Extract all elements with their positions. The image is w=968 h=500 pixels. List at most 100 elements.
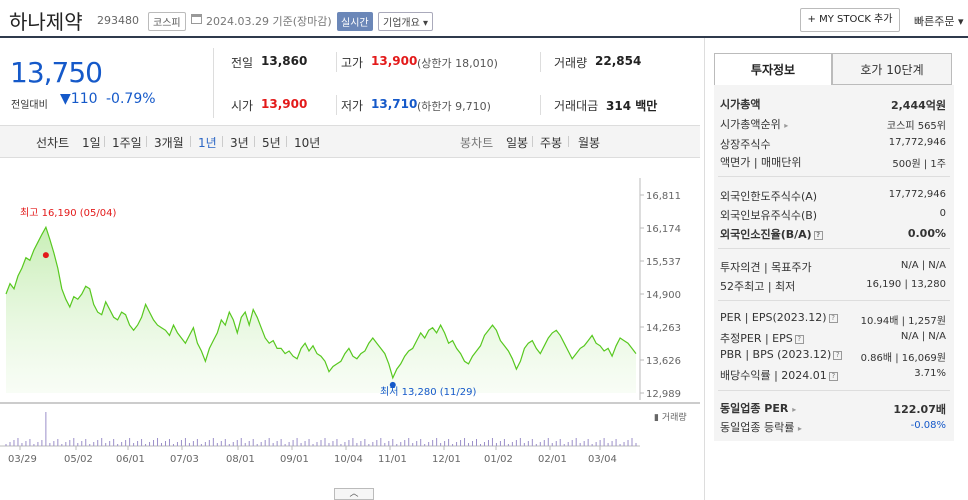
market-cap-rank-value: 코스피 565위: [886, 121, 946, 132]
x-tick-label: 08/01: [226, 454, 255, 465]
volume-label: 거래량: [554, 56, 588, 70]
y-tick-label: 16,174: [646, 224, 681, 235]
change-amount: 110: [70, 91, 98, 107]
quick-order-dropdown[interactable]: 빠른주문 ▾: [914, 13, 964, 29]
candle-chart-label: 봉차트: [460, 136, 494, 150]
pbr-bps-value: 0.86배 | 16,069원: [860, 353, 946, 364]
y-tick-label: 13,626: [646, 356, 681, 367]
lower-limit-label: (하한가: [417, 100, 452, 113]
market-cap-label: 시가총액: [720, 98, 761, 111]
period-3m[interactable]: 3개월: [154, 134, 184, 151]
per-eps-text: PER | EPS(2023.12): [720, 311, 827, 324]
line-chart-label: 선차트: [36, 136, 70, 150]
info-divider: [718, 300, 950, 301]
price-divider: [213, 48, 214, 118]
open-label: 시가: [231, 99, 254, 113]
chevron-up-icon: ︿: [349, 489, 359, 499]
company-overview-dropdown[interactable]: 기업개요 ▾: [378, 12, 434, 31]
x-tick-label: 01/02: [484, 454, 513, 465]
candle-daily[interactable]: 일봉: [506, 134, 528, 151]
x-tick-label: 05/02: [64, 454, 93, 465]
quote-divider: [540, 95, 541, 115]
industry-change-label[interactable]: 동일업종 등락률 ▸: [720, 419, 802, 435]
down-triangle-icon: ▼: [60, 91, 71, 107]
low-value: 13,710: [371, 97, 418, 111]
x-tick-label: 09/01: [280, 454, 309, 465]
price-chart[interactable]: 16,811 16,174 15,537 14,900 14,263 13,626 12,9…: [0, 160, 700, 488]
change-percent: -0.79%: [106, 91, 156, 107]
industry-change-value: -0.08%: [910, 420, 946, 431]
trade-value: 314 백만: [606, 97, 657, 114]
stock-code: 293480: [97, 14, 139, 27]
x-tick-label: 07/03: [170, 454, 199, 465]
x-tick-label: 12/01: [432, 454, 461, 465]
low-label: 저가: [341, 99, 364, 113]
collapse-chart-button[interactable]: ︿: [334, 488, 374, 500]
est-per-value: N/A | N/A: [900, 331, 946, 342]
per-eps-label: PER | EPS(2023.12)?: [720, 311, 838, 324]
period-separator: [190, 136, 191, 147]
period-10y[interactable]: 10년: [294, 134, 320, 151]
add-mystock-button[interactable]: + MY STOCK 추가: [800, 8, 900, 32]
industry-per-label[interactable]: 동일업종 PER ▸: [720, 400, 796, 416]
help-icon[interactable]: ?: [813, 230, 823, 240]
period-1w[interactable]: 1주일: [112, 134, 142, 151]
industry-per-text: 동일업종 PER: [720, 402, 789, 415]
y-tick-label: 14,263: [646, 323, 681, 334]
tab-invest-info[interactable]: 투자정보: [714, 53, 832, 85]
x-tick-label: 02/01: [538, 454, 567, 465]
info-divider: [718, 390, 950, 391]
face-value-value: 500원 | 1주: [892, 159, 946, 170]
market-cap-value: 2,444억원: [890, 99, 946, 112]
52w-label: 52주최고 | 최저: [720, 280, 796, 293]
calendar-icon: [191, 14, 202, 24]
52w-value: 16,190 | 13,280: [866, 279, 946, 290]
candle-weekly[interactable]: 주봉: [540, 134, 562, 151]
face-value-label: 액면가 | 매매단위: [720, 156, 802, 169]
x-tick-label: 10/04: [334, 454, 363, 465]
est-per-label: 추정PER | EPS?: [720, 330, 804, 346]
trade-value-unit: 백만: [635, 99, 658, 113]
market-cap-rank-text: 시가총액순위: [720, 118, 781, 131]
y-tick-label: 14,900: [646, 290, 681, 301]
period-3y[interactable]: 3년: [230, 134, 249, 151]
industry-change-text: 동일업종 등락률: [720, 421, 795, 434]
foreign-ratio-text: 외국인소진율(B/A): [720, 228, 812, 241]
quote-divider: [540, 52, 541, 72]
foreign-limit-value: 17,772,946: [888, 189, 946, 200]
opinion-value: N/A | N/A: [900, 260, 946, 271]
market-cap-rank-label[interactable]: 시가총액순위 ▸: [720, 116, 788, 132]
candle-monthly[interactable]: 월봉: [578, 134, 600, 151]
volume-legend: ▮ 거래량: [654, 413, 687, 423]
pbr-bps-label: PBR | BPS (2023.12)?: [720, 348, 843, 361]
high-value: 13,900: [371, 54, 418, 68]
listed-shares-value: 17,772,946: [888, 137, 946, 148]
change-label: 전일대비: [11, 100, 48, 111]
high-marker: [42, 252, 49, 259]
period-5y[interactable]: 5년: [262, 134, 281, 151]
help-icon[interactable]: ?: [794, 334, 804, 344]
dividend-value: 3.71%: [914, 368, 946, 379]
period-separator: [254, 136, 255, 147]
quote-divider: [336, 52, 337, 72]
per-eps-value: 10.94배 | 1,257원: [860, 316, 946, 327]
period-separator: [222, 136, 223, 147]
realtime-button[interactable]: 실시간: [337, 12, 373, 31]
quote-divider: [336, 95, 337, 115]
upper-limit-label: (상한가: [417, 57, 452, 70]
caret-right-icon: ▸: [792, 405, 797, 414]
open-value: 13,900: [261, 97, 308, 111]
company-name: 하나제약: [9, 10, 83, 34]
y-tick-label: 16,811: [646, 191, 681, 202]
tab-orderbook[interactable]: 호가 10단계: [832, 53, 952, 85]
info-divider: [718, 176, 950, 177]
foreign-held-value: 0: [939, 208, 946, 219]
period-1y[interactable]: 1년: [198, 134, 217, 151]
period-1d[interactable]: 1일: [82, 134, 101, 151]
stock-page: { "header": { "company_name": "하나제약", "s…: [0, 0, 968, 500]
trade-value-number: 314: [606, 99, 632, 113]
period-separator: [104, 136, 105, 147]
quick-order-label: 빠른주문: [914, 15, 955, 28]
foreign-ratio-label: 외국인소진율(B/A)?: [720, 226, 823, 242]
foreign-ratio-value: 0.00%: [907, 227, 946, 240]
